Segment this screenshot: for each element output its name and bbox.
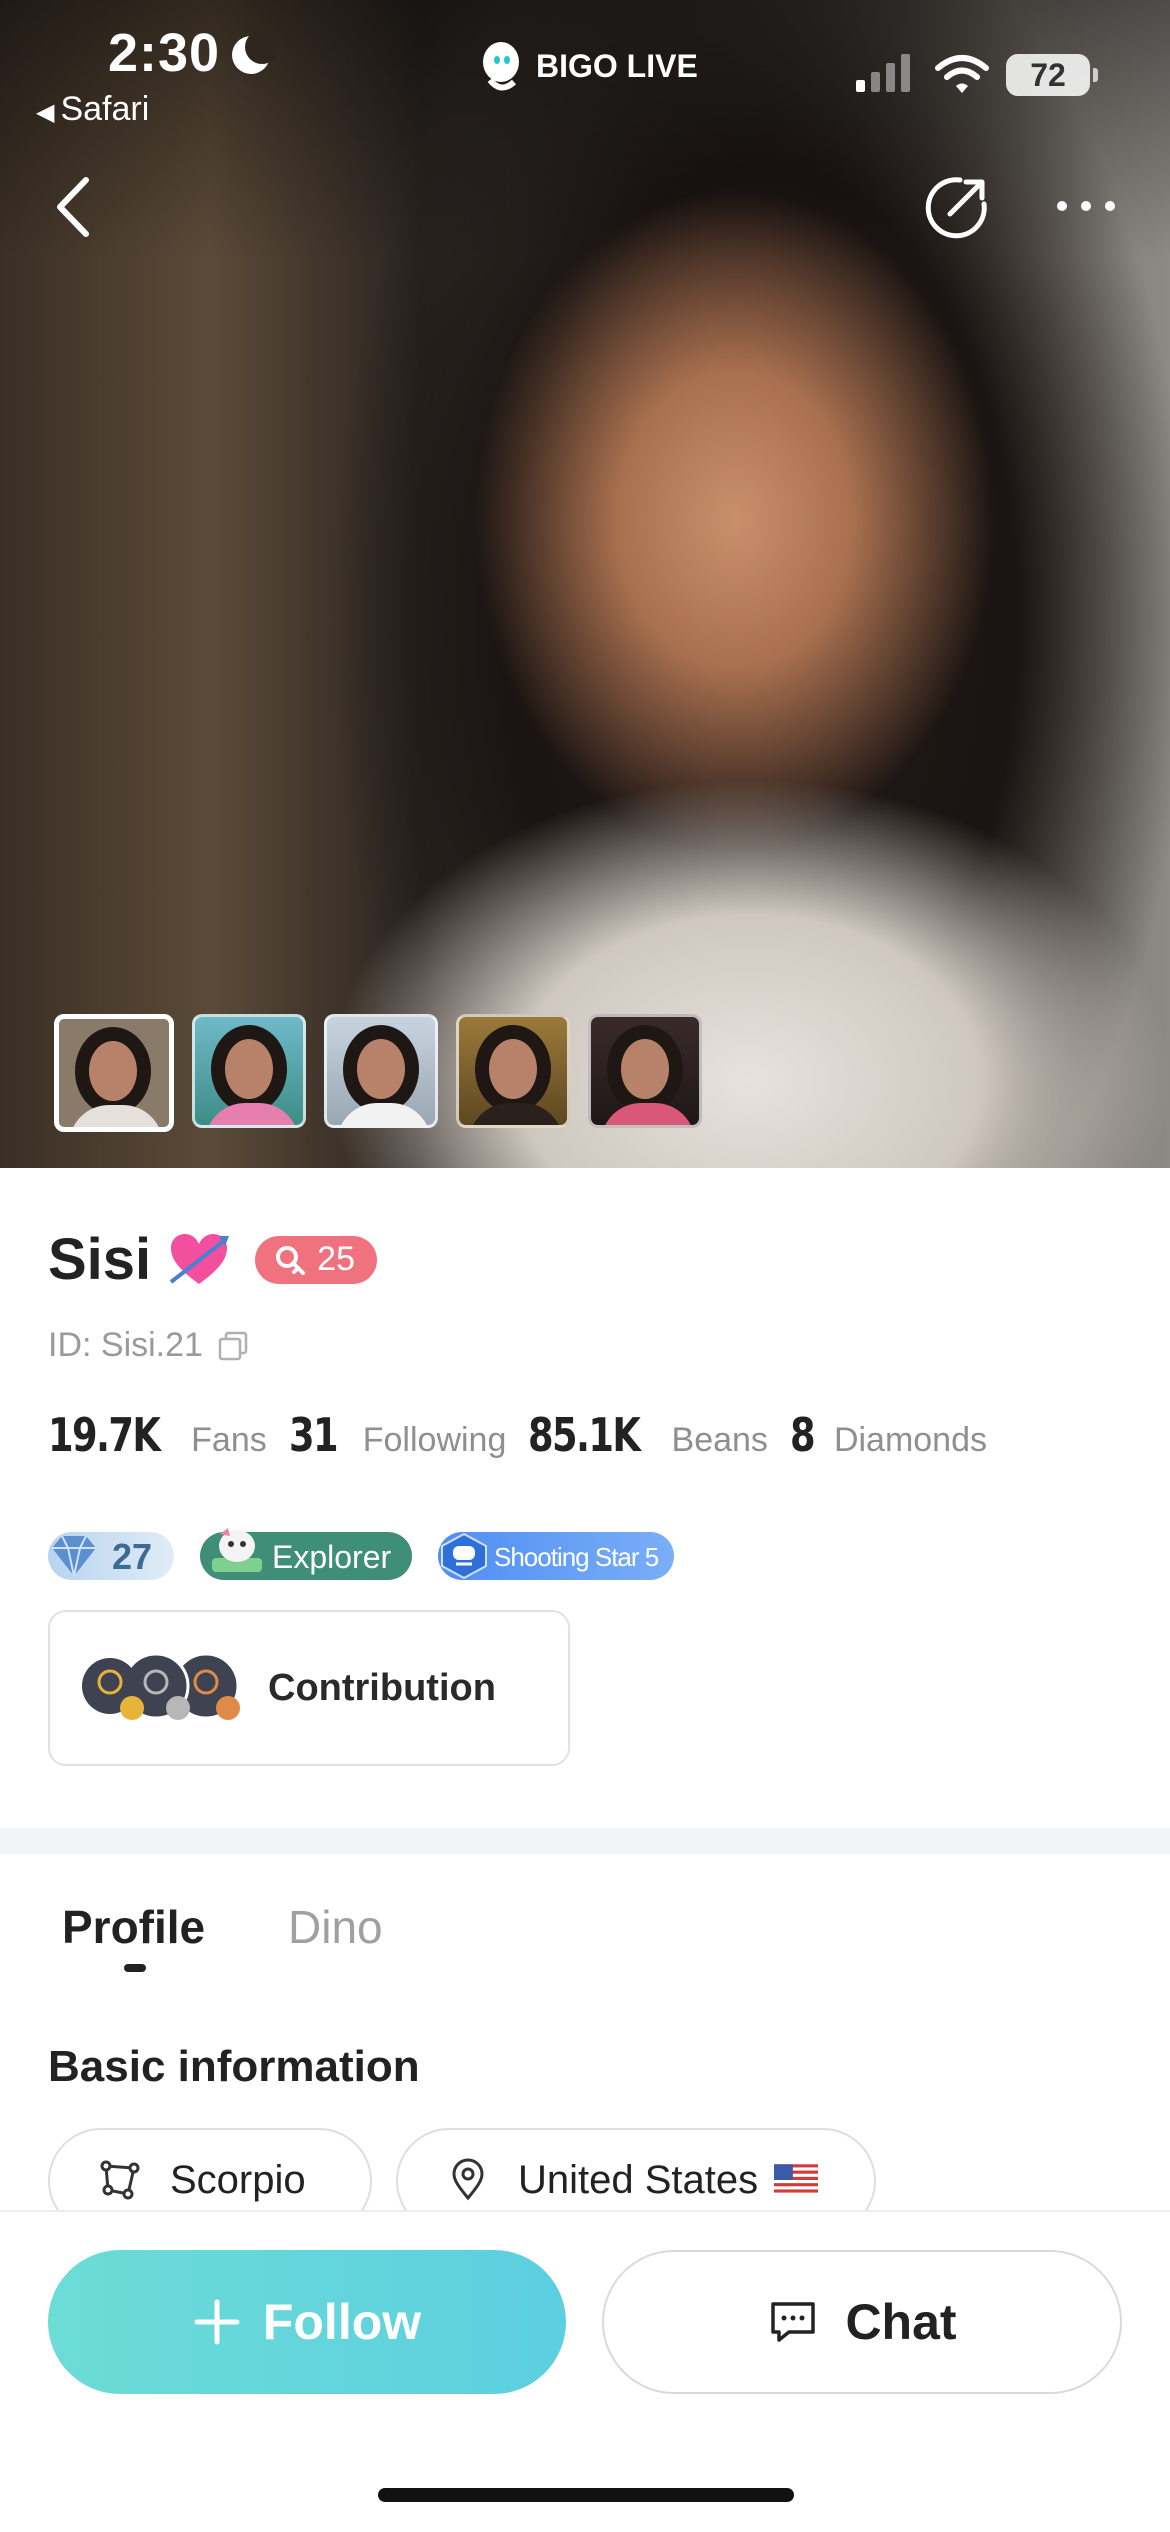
user-level-value: 25 bbox=[317, 1240, 355, 1278]
bottom-action-bar: Follow Chat bbox=[0, 2210, 1170, 2532]
thumbnail-portrait bbox=[489, 1039, 537, 1099]
user-id-row: ID: Sisi.21 bbox=[48, 1326, 249, 1365]
achievement-badges: 27 Explorer Shooting Star 5 bbox=[48, 1528, 674, 1580]
chat-label: Chat bbox=[845, 2294, 957, 2350]
diamonds-count: 8 bbox=[789, 1408, 816, 1462]
thumbnail-portrait bbox=[357, 1039, 405, 1099]
brand-header: BIGO LIVE bbox=[476, 36, 698, 96]
contribution-rank-icons bbox=[82, 1652, 240, 1720]
thumbnail-clothing bbox=[205, 1103, 299, 1125]
home-indicator bbox=[378, 2488, 794, 2502]
follow-label: Follow bbox=[262, 2294, 422, 2350]
more-icon[interactable] bbox=[1050, 180, 1122, 240]
bigo-logo-icon bbox=[483, 42, 519, 91]
cellular-signal-icon bbox=[856, 54, 910, 92]
tab-dino[interactable]: Dino bbox=[288, 1900, 383, 1954]
battery-indicator: 72 bbox=[1006, 54, 1098, 96]
status-time: 2:30 bbox=[108, 23, 221, 83]
beans-label: Beans bbox=[671, 1421, 768, 1459]
thumbnail-clothing bbox=[601, 1103, 695, 1125]
photo-thumbnail-strip bbox=[54, 1014, 702, 1132]
explorer-label: Explorer bbox=[272, 1539, 392, 1575]
following-count[interactable]: 31 bbox=[289, 1408, 339, 1462]
plus-icon bbox=[194, 2299, 240, 2345]
explorer-mascot-icon bbox=[212, 1528, 262, 1572]
beans-count: 85.1K bbox=[528, 1408, 641, 1462]
zodiac-label: Scorpio bbox=[170, 2158, 306, 2202]
profile-name-row: Sisi 25 bbox=[48, 1226, 377, 1293]
back-arrow-icon[interactable] bbox=[48, 172, 100, 242]
user-level-badge: 25 bbox=[255, 1235, 377, 1284]
photo-thumbnail[interactable] bbox=[192, 1014, 306, 1128]
thumbnail-clothing bbox=[337, 1103, 431, 1125]
basic-information-title: Basic information bbox=[48, 2042, 420, 2091]
back-triangle-icon: ◀ bbox=[36, 99, 55, 126]
photo-thumbnail[interactable] bbox=[588, 1014, 702, 1128]
contribution-label: Contribution bbox=[268, 1666, 496, 1709]
tab-profile[interactable]: Profile bbox=[62, 1900, 205, 1954]
diamond-level-badge[interactable]: 27 bbox=[48, 1532, 174, 1580]
back-app-label: Safari bbox=[60, 90, 150, 128]
share-icon[interactable] bbox=[920, 172, 992, 244]
shooting-star-icon bbox=[441, 1532, 487, 1580]
profile-name: Sisi bbox=[48, 1227, 152, 1292]
wifi-icon bbox=[935, 55, 989, 93]
contribution-button[interactable]: Contribution bbox=[48, 1610, 570, 1766]
shooting-star-badge[interactable]: Shooting Star 5 bbox=[438, 1532, 674, 1580]
thumbnail-portrait bbox=[225, 1039, 273, 1099]
chat-icon bbox=[771, 2302, 816, 2342]
thumbnail-clothing bbox=[469, 1103, 563, 1125]
fans-label[interactable]: Fans bbox=[191, 1421, 267, 1460]
profile-tabs: Profile Dino bbox=[0, 1854, 1170, 1984]
profile-stats: 19.7K Fans 31 Following 85.1K Beans 8 Di… bbox=[48, 1408, 1009, 1462]
photo-thumbnail[interactable] bbox=[324, 1014, 438, 1128]
following-label[interactable]: Following bbox=[363, 1421, 507, 1460]
diamonds-label: Diamonds bbox=[833, 1421, 988, 1459]
explorer-badge[interactable]: Explorer bbox=[200, 1528, 412, 1580]
moon-icon bbox=[232, 30, 279, 74]
fans-count[interactable]: 19.7K bbox=[48, 1408, 161, 1462]
active-tab-indicator bbox=[124, 1964, 146, 1972]
thumbnail-portrait bbox=[89, 1041, 137, 1101]
follow-button[interactable]: Follow bbox=[48, 2250, 566, 2394]
country-label: United States bbox=[518, 2158, 759, 2202]
section-divider bbox=[0, 1828, 1170, 1854]
back-to-app-link[interactable]: ◀ Safari bbox=[36, 90, 149, 129]
zodiac-icon bbox=[100, 2160, 140, 2200]
photo-thumbnail[interactable] bbox=[54, 1014, 174, 1132]
location-pin-icon bbox=[452, 2158, 484, 2201]
copy-icon[interactable] bbox=[217, 1330, 249, 1362]
us-flag-icon bbox=[774, 2164, 819, 2196]
diamond-icon bbox=[52, 1535, 96, 1577]
chat-button[interactable]: Chat bbox=[602, 2250, 1122, 2394]
photo-thumbnail[interactable] bbox=[456, 1014, 570, 1128]
diamond-level-value: 27 bbox=[112, 1536, 153, 1577]
shooting-star-label: Shooting Star 5 bbox=[494, 1542, 659, 1572]
thumbnail-clothing bbox=[69, 1105, 163, 1127]
profile-cover-photo[interactable] bbox=[0, 0, 1170, 1168]
heart-arrow-icon bbox=[169, 1233, 230, 1284]
level-key-icon bbox=[276, 1245, 306, 1275]
thumbnail-portrait bbox=[621, 1039, 669, 1099]
user-id-text: ID: Sisi.21 bbox=[48, 1326, 203, 1364]
brand-name: BIGO LIVE bbox=[536, 47, 698, 84]
